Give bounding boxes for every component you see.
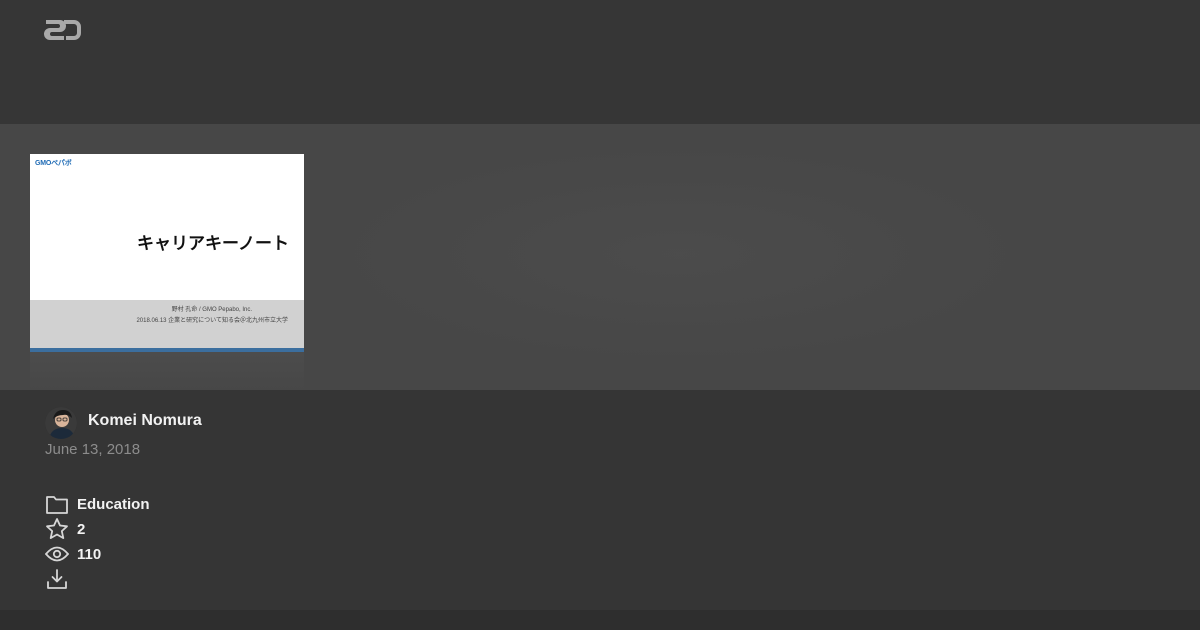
slide-footer: 野村 孔命 / GMO Pepabo, Inc. 2018.06.13 企業と研… xyxy=(30,300,304,348)
publish-date: June 13, 2018 xyxy=(45,441,141,458)
stars-row[interactable]: 2 xyxy=(45,517,85,541)
star-icon xyxy=(46,518,68,539)
category-row[interactable]: Education xyxy=(45,492,150,516)
views-row: 110 xyxy=(45,542,101,566)
slide-brand-logo: GMOペパボ xyxy=(35,160,72,167)
stage-glow xyxy=(330,144,1030,364)
slide-stage: GMOペパボ キャリアキーノート 野村 孔命 / GMO Pepabo, Inc… xyxy=(0,124,1200,390)
author-name[interactable]: Komei Nomura xyxy=(88,412,202,430)
download-icon[interactable] xyxy=(45,567,69,591)
top-bar xyxy=(0,0,1200,124)
eye-icon xyxy=(45,546,69,562)
speakerdeck-logo-icon[interactable] xyxy=(44,16,82,42)
slide-thumbnail[interactable]: GMOペパボ キャリアキーノート 野村 孔命 / GMO Pepabo, Inc… xyxy=(30,154,304,352)
avatar-image xyxy=(45,407,77,439)
avatar[interactable] xyxy=(45,407,77,439)
slide-title: キャリアキーノート xyxy=(137,234,289,253)
slide-shadow xyxy=(30,352,304,390)
deck-info: Komei Nomura June 13, 2018 Education 2 1… xyxy=(0,390,1200,610)
folder-icon xyxy=(46,496,68,514)
download-row[interactable] xyxy=(45,567,69,591)
category-label: Education xyxy=(77,495,150,513)
stars-count: 2 xyxy=(77,520,86,538)
bottom-bar xyxy=(0,610,1200,630)
slide-author-line: 野村 孔命 / GMO Pepabo, Inc. xyxy=(171,307,252,313)
views-count: 110 xyxy=(77,545,102,563)
slide-event-line: 2018.06.13 企業と研究について知る会＠北九州市立大学 xyxy=(136,318,288,324)
